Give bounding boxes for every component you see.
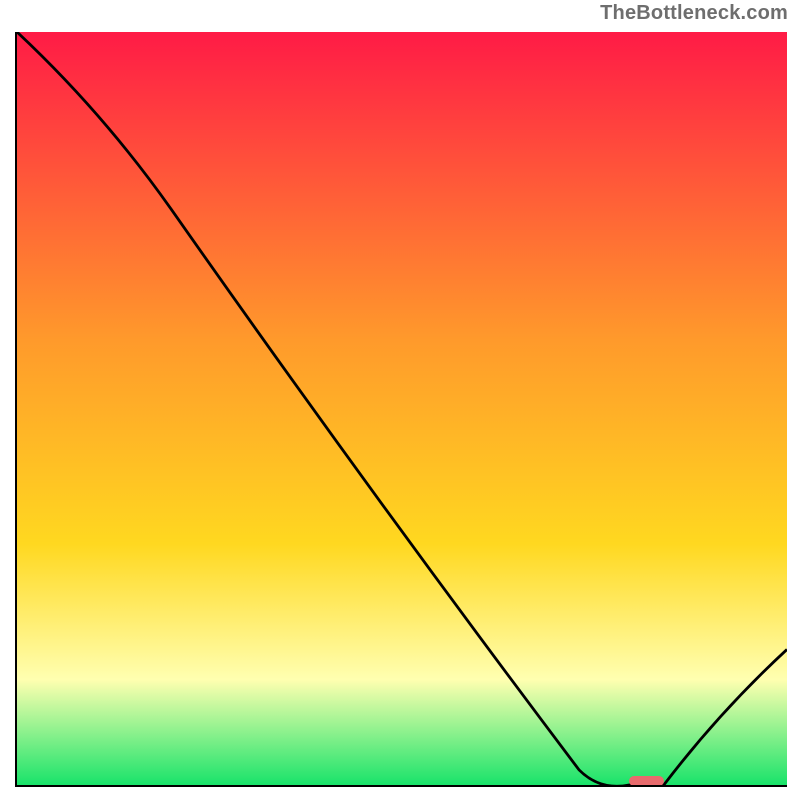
- plot-area: [15, 32, 787, 787]
- optimal-range-marker: [629, 776, 664, 786]
- chart-container: TheBottleneck.com: [0, 0, 800, 800]
- bottleneck-curve: [17, 32, 787, 785]
- watermark-text: TheBottleneck.com: [600, 2, 788, 25]
